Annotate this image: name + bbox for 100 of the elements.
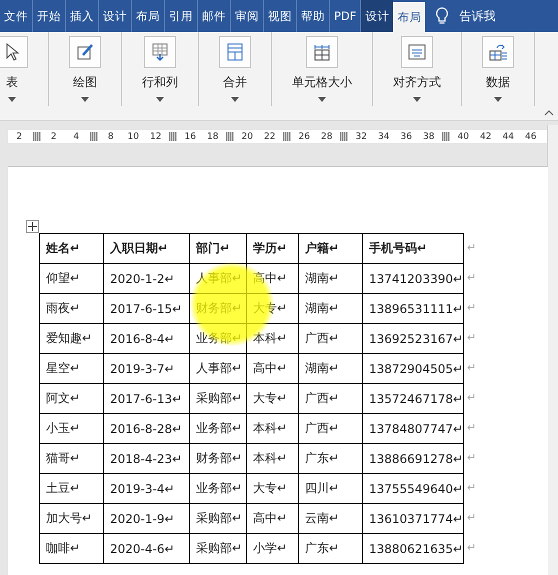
table-cell: 高中↵ (246, 264, 298, 294)
group-label: 绘图 (73, 74, 97, 91)
table-cell: 13886691278↵ (362, 444, 464, 474)
ruler-number: 42 (479, 132, 492, 142)
ruler-number: 4 (72, 132, 80, 142)
ribbon-button[interactable] (306, 36, 338, 68)
caret-icon[interactable] (318, 97, 326, 102)
table-cell: 采购部↵ (190, 534, 246, 564)
column-marker[interactable] (90, 132, 98, 141)
move-icon (27, 221, 38, 232)
group-label: 合并 (223, 74, 247, 91)
ribbon-button[interactable] (482, 36, 514, 68)
lightbulb-icon (435, 7, 450, 25)
ruler-number: 32 (354, 132, 368, 142)
row-end-mark: ↵ (466, 360, 476, 376)
cell-size-icon (312, 42, 332, 62)
table-cell: 广西↵ (298, 324, 362, 354)
group-label: 对齐方式 (393, 74, 441, 91)
table-cell: 13610371774↵ (362, 504, 464, 534)
caret-icon[interactable] (8, 97, 16, 102)
table-cell: 本科↵ (246, 444, 298, 474)
column-marker[interactable] (442, 132, 450, 141)
ruler-number: 38 (422, 132, 436, 142)
vertical-scrollbar[interactable] (547, 125, 558, 575)
ribbon-button[interactable] (144, 36, 176, 68)
table-cell: 广西↵ (298, 414, 362, 444)
table-cell: 2017-6-15↵ (104, 294, 190, 324)
tell-me-label[interactable]: 告诉我 (459, 8, 496, 24)
row-end-mark: ↵ (466, 480, 476, 496)
table-move-handle[interactable] (26, 220, 39, 233)
table-cell: 大专↵ (246, 474, 298, 504)
table-cell: 2020-1-9↵ (104, 504, 190, 534)
ruler-number: 40 (456, 132, 470, 142)
column-marker[interactable] (340, 132, 348, 141)
table-cell: 土豆↵ (40, 474, 104, 504)
table-cell: 小玉↵ (40, 414, 104, 444)
draw-table-icon (75, 42, 95, 62)
table-cell: 13755549640↵ (362, 474, 464, 504)
table-cell: 财务部↵ (190, 444, 246, 474)
header-cell: 学历↵ (246, 234, 298, 264)
column-marker[interactable] (32, 132, 40, 141)
column-marker[interactable] (169, 132, 177, 141)
ribbon-button[interactable] (0, 36, 28, 68)
ruler-number: 8 (106, 132, 115, 142)
table-cell: 本科↵ (246, 414, 298, 444)
ribbon-button[interactable] (219, 36, 251, 68)
ribbon-tab[interactable]: 布局 (393, 2, 426, 32)
table-cell: 四川↵ (298, 474, 362, 504)
table-cell: 13572467178↵ (362, 384, 464, 414)
column-marker[interactable] (226, 132, 234, 141)
row-end-mark: ↵ (466, 330, 476, 346)
table-cell: 13784807747↵ (362, 414, 464, 444)
table-cell: 人事部↵ (190, 354, 246, 384)
table-cell: 2016-8-28↵ (104, 414, 190, 444)
table-cell: 13896531111↵ (362, 294, 464, 324)
ribbon-tab[interactable]: 设计 (361, 0, 394, 32)
table-cell: 高中↵ (246, 354, 298, 384)
collapse-ribbon-icon[interactable] (544, 110, 554, 116)
caret-icon[interactable] (413, 97, 421, 102)
table-cell: 2020-4-6↵ (104, 534, 190, 564)
caret-icon[interactable] (231, 97, 239, 102)
table-cell: 业务部↵ (190, 414, 246, 444)
column-marker[interactable] (283, 132, 291, 141)
table-cell: 爱知趣↵ (40, 324, 104, 354)
table-cell: 业务部↵ (190, 474, 246, 504)
ruler-number: 34 (377, 132, 390, 142)
table-cell: 广东↵ (298, 444, 362, 474)
caret-icon[interactable] (156, 97, 164, 102)
ruler-number: 22 (263, 132, 276, 142)
table-cell: 2020-1-2↵ (104, 264, 190, 294)
row-end-mark: ↵ (466, 240, 476, 256)
row-end-mark: ↵ (466, 390, 476, 406)
alignment-icon (407, 42, 427, 62)
header-cell: 手机号码↵ (362, 234, 464, 264)
caret-icon[interactable] (494, 97, 502, 102)
ruler-number: 28 (320, 132, 334, 142)
row-end-mark: ↵ (466, 270, 476, 286)
table-cell: 广西↵ (298, 384, 362, 414)
group-label: 表 (6, 74, 18, 91)
row-end-mark: ↵ (466, 300, 476, 316)
group-label: 单元格大小 (292, 74, 352, 91)
table-cell: 2016-8-4↵ (104, 324, 190, 354)
table-cell: 2019-3-4↵ (104, 474, 190, 504)
ribbon-button[interactable] (401, 36, 433, 68)
table-cell: 加大号↵ (40, 504, 104, 534)
table-cell: 13880621635↵ (362, 534, 464, 564)
group-label: 行和列 (142, 74, 178, 91)
table-cell: 小学↵ (246, 534, 298, 564)
ruler-number: 10 (126, 132, 140, 142)
header-cell: 入职日期↵ (104, 234, 190, 264)
header-cell: 户籍↵ (298, 234, 362, 264)
ruler-number: 20 (240, 132, 254, 142)
table-cell: 云南↵ (298, 504, 362, 534)
ribbon-button[interactable] (69, 36, 101, 68)
row-end-mark: ↵ (466, 510, 476, 526)
table-cell: 湖南↵ (298, 294, 362, 324)
table-cell: 13741203390↵ (362, 264, 464, 294)
ruler-number: 12 (149, 132, 162, 142)
table-cell: 大专↵ (246, 384, 298, 414)
caret-icon[interactable] (81, 97, 89, 102)
